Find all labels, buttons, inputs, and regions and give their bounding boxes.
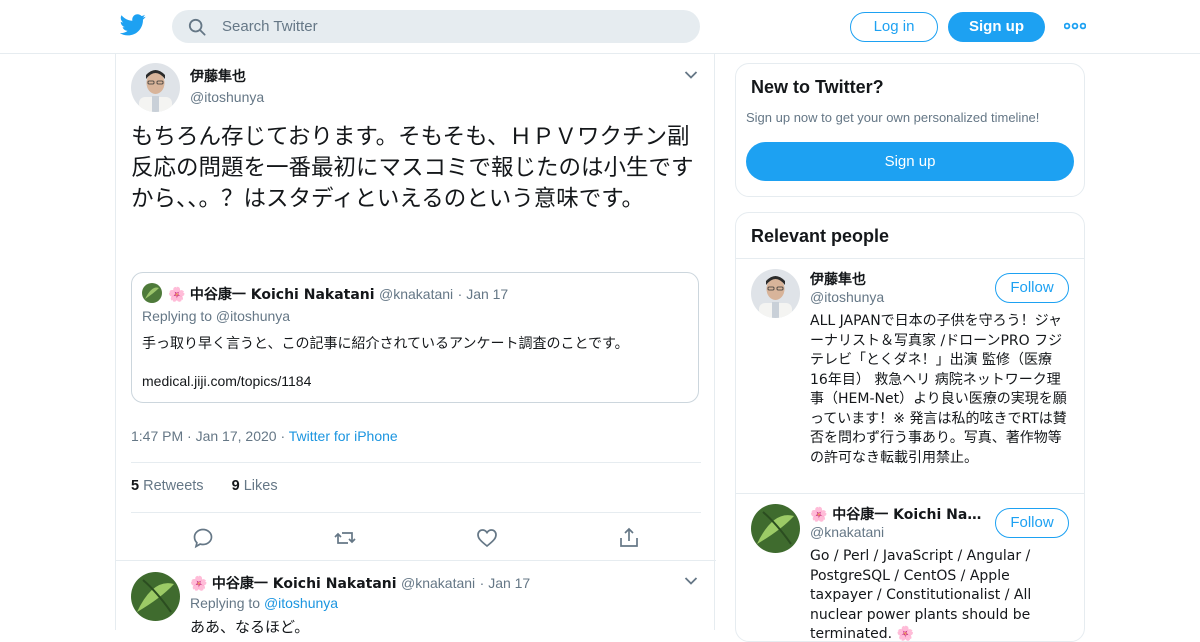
person-bio: ALL JAPANで日本の子供を守ろう！ジャーナリスト＆写真家 /ドローンPRO… (810, 313, 1067, 466)
avatar[interactable] (131, 63, 180, 112)
quoted-tweet[interactable]: 🌸 中谷康一 Koichi Nakatani @knakatani · Jan … (131, 272, 699, 403)
tweet-author[interactable]: 伊藤隼也 @itoshunya (190, 66, 264, 105)
top-bar: Log in Sign up (0, 0, 1200, 54)
search-icon (188, 18, 206, 36)
person-bio: Go / Perl / JavaScript / Angular / Postg… (810, 548, 1032, 642)
flower-emoji: 🌸 (190, 576, 208, 592)
quoted-text: 手っ取り早く言うと、この記事に紹介されているアンケート調査のことです。 (142, 336, 629, 352)
retweets-stat[interactable]: 5 Retweets (131, 478, 204, 494)
quoted-date: Jan 17 (466, 286, 509, 302)
divider (736, 258, 1084, 259)
chevron-down-icon[interactable] (684, 70, 698, 80)
divider (131, 462, 701, 463)
leaf-photo-icon (751, 504, 800, 553)
retweet-icon[interactable] (333, 526, 357, 550)
twitter-bird-icon[interactable] (120, 14, 146, 36)
reply-header: 🌸 中谷康一 Koichi Nakatani @knakatani · Jan … (190, 575, 531, 592)
likes-stat[interactable]: 9 Likes (232, 478, 278, 494)
share-icon[interactable] (617, 526, 641, 550)
login-button[interactable]: Log in (850, 12, 938, 42)
new-to-twitter-card: New to Twitter? Sign up now to get your … (735, 63, 1085, 197)
person-name[interactable]: 伊藤隼也 (810, 269, 990, 289)
relevant-people-card: Relevant people 伊藤隼也 @itoshunya Follow A… (735, 212, 1085, 642)
reply-date[interactable]: Jan 17 (488, 575, 530, 591)
person-photo-icon (131, 63, 180, 112)
tweet-timestamp: 1:47 PM · Jan 17, 2020 · Twitter for iPh… (131, 428, 398, 444)
replying-handle-link[interactable]: @itoshunya (264, 595, 338, 611)
reply-replying-to: Replying to @itoshunya (190, 595, 339, 611)
quoted-tweet-header: 🌸 中谷康一 Koichi Nakatani @knakatani · Jan … (168, 286, 509, 303)
tweet-time[interactable]: 1:47 PM (131, 428, 183, 444)
divider (131, 512, 701, 513)
leaf-photo-icon (142, 283, 162, 303)
chevron-down-icon[interactable] (684, 576, 698, 586)
quoted-author-name: 中谷康一 Koichi Nakatani (189, 287, 375, 303)
new-to-twitter-title: New to Twitter? (751, 77, 884, 97)
author-display-name[interactable]: 伊藤隼也 (190, 66, 264, 86)
tweet-source[interactable]: Twitter for iPhone (289, 428, 398, 444)
more-dots-icon[interactable] (1064, 20, 1086, 32)
reply-author-name[interactable]: 中谷康一 Koichi Nakatani (212, 576, 397, 592)
avatar[interactable] (751, 504, 800, 553)
person-name[interactable]: 🌸 中谷康一 Koichi Nak... (810, 504, 990, 524)
avatar (142, 283, 162, 303)
avatar[interactable] (751, 269, 800, 318)
signup-button[interactable]: Sign up (948, 12, 1045, 42)
quoted-link[interactable]: medical.jiji.com/topics/1184 (142, 373, 311, 389)
relevant-people-title: Relevant people (751, 226, 890, 246)
flower-emoji: 🌸 (168, 287, 186, 303)
heart-icon[interactable] (475, 526, 499, 550)
quoted-replying-to: Replying to @itoshunya (142, 308, 291, 324)
tweet-column: 伊藤隼也 @itoshunya もちろん存じております。そもそも、ＨＰＶワクチン… (115, 54, 716, 636)
search-input[interactable] (222, 10, 682, 43)
leaf-photo-icon (131, 572, 180, 621)
reply-text: ああ、なるほど。 (190, 618, 310, 636)
person-handle[interactable]: @knakatani (810, 524, 884, 540)
divider (736, 493, 1084, 494)
follow-button[interactable]: Follow (995, 508, 1069, 538)
reply-icon[interactable] (191, 526, 215, 550)
author-username[interactable]: @itoshunya (190, 89, 264, 105)
person-handle[interactable]: @itoshunya (810, 289, 884, 305)
tweet-stats: 5 Retweets 9 Likes (131, 478, 278, 494)
tweet-text: もちろん存じております。そもそも、ＨＰＶワクチン副反応の問題を一番最初にマスコミ… (131, 124, 694, 212)
person-photo-icon (751, 269, 800, 318)
tweet-date[interactable]: Jan 17, 2020 (196, 428, 277, 444)
follow-button[interactable]: Follow (995, 273, 1069, 303)
reply-author-username[interactable]: @knakatani (401, 575, 475, 591)
sidebar-signup-button[interactable]: Sign up (746, 142, 1074, 181)
quoted-author-username: @knakatani (379, 286, 454, 302)
search-box[interactable] (172, 10, 700, 43)
avatar[interactable] (131, 572, 180, 621)
new-to-twitter-subtitle: Sign up now to get your own personalized… (746, 110, 1040, 125)
divider (116, 560, 716, 561)
